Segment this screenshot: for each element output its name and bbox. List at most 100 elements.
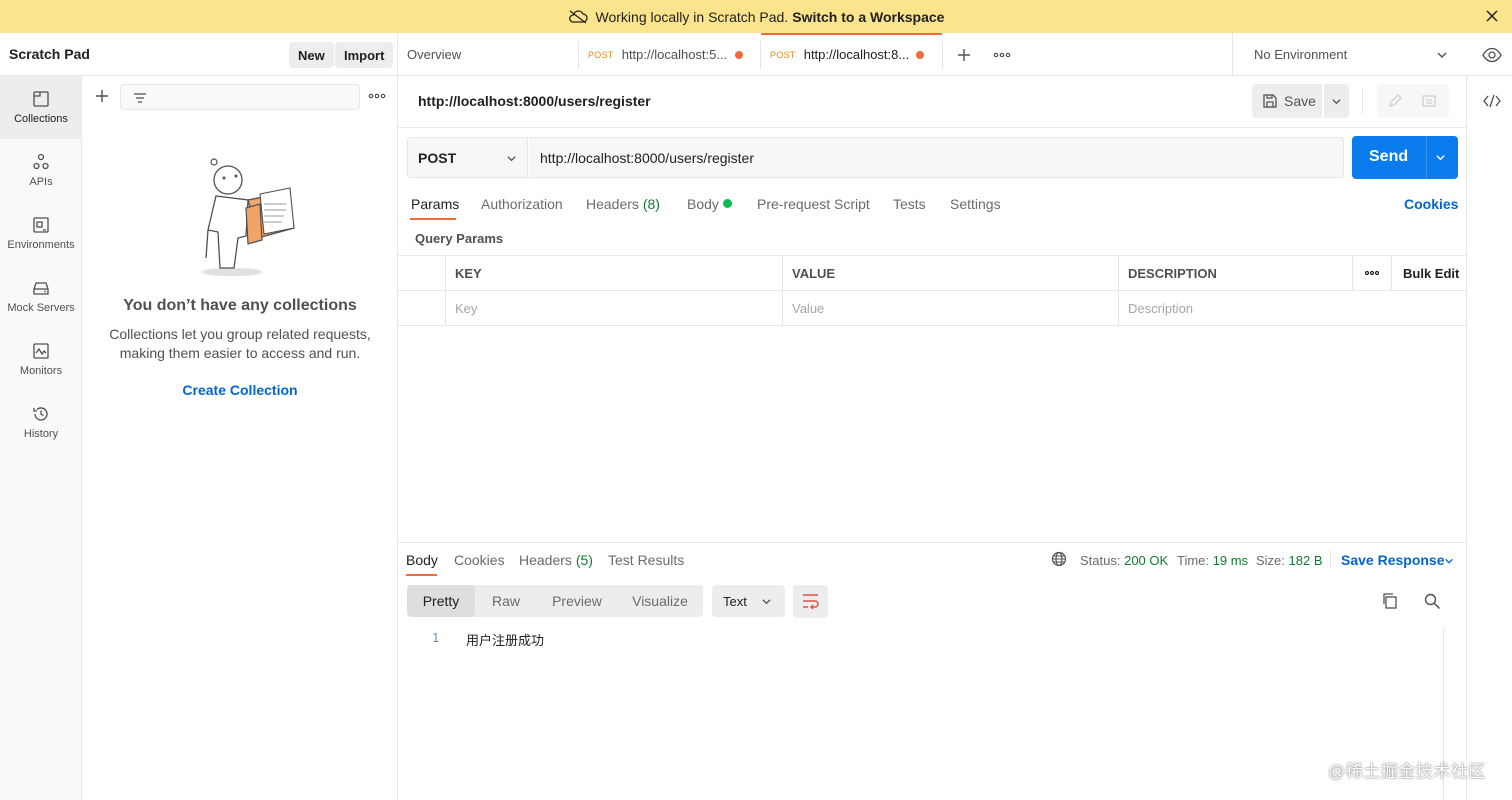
nav-history[interactable]: History <box>0 391 82 454</box>
send-button[interactable]: Send <box>1352 136 1458 179</box>
send-divider <box>1426 136 1427 179</box>
active-tab-underline <box>410 218 456 220</box>
wrap-lines-icon <box>803 594 819 610</box>
response-tab-test-results[interactable]: Test Results <box>608 552 684 568</box>
empty-state-description: Collections let you group related reques… <box>109 326 371 361</box>
switch-workspace-link[interactable]: Switch to a Workspace <box>792 9 944 25</box>
code-icon[interactable] <box>1483 93 1501 109</box>
collections-toolbar <box>82 76 398 116</box>
response-tab-cookies[interactable]: Cookies <box>454 552 505 568</box>
body-indicator-dot <box>723 199 732 208</box>
toolbar-divider <box>1362 88 1363 114</box>
chevron-down-icon[interactable] <box>1435 152 1446 163</box>
edit-docs-group <box>1377 84 1449 118</box>
nav-apis[interactable]: APIs <box>0 139 82 202</box>
environment-select[interactable]: No Environment <box>1232 33 1464 76</box>
table-row: Key Value Description <box>398 291 1466 326</box>
tab-post-localhost-8[interactable]: POST http://localhost:8... <box>761 33 942 76</box>
unsaved-dot <box>916 51 924 59</box>
more-icon <box>1364 270 1380 276</box>
response-body-text[interactable]: 用户注册成功 <box>466 630 544 649</box>
new-tab-icon[interactable] <box>957 48 971 62</box>
response-divider <box>398 542 1466 543</box>
response-view-selector: Pretty Raw Preview Visualize <box>407 585 703 617</box>
nav-rail: Collections APIs Environments Mock Serve… <box>0 76 82 800</box>
cloud-offline-icon <box>568 9 588 24</box>
method-select[interactable]: POST <box>407 137 528 178</box>
response-headers-label: Headers <box>519 552 572 568</box>
create-collection-link[interactable]: Create Collection <box>82 382 398 398</box>
key-input[interactable]: Key <box>445 291 782 325</box>
eye-icon[interactable] <box>1482 45 1502 65</box>
edit-icon[interactable] <box>1387 93 1403 109</box>
view-visualize[interactable]: Visualize <box>617 585 703 617</box>
filter-input[interactable] <box>120 84 360 110</box>
banner-text: Working locally in Scratch Pad. <box>595 8 789 25</box>
nav-label: History <box>23 428 59 440</box>
globe-icon[interactable] <box>1051 551 1067 567</box>
view-preview[interactable]: Preview <box>537 585 617 617</box>
format-select[interactable]: Text <box>712 585 785 617</box>
tab-label: http://localhost:8... <box>803 47 910 62</box>
tab-authorization[interactable]: Authorization <box>481 196 563 212</box>
workspace-title: Scratch Pad <box>9 46 90 62</box>
bulk-edit-button[interactable]: Bulk Edit <box>1391 256 1466 290</box>
tab-body[interactable]: Body <box>687 196 719 212</box>
empty-collections-illustration <box>202 158 295 276</box>
response-status: Status: 200 OK <box>1080 553 1168 568</box>
table-header-row: KEY VALUE DESCRIPTION Bulk Edit <box>398 256 1466 291</box>
nav-collections[interactable]: Collections <box>0 76 82 139</box>
column-description: DESCRIPTION <box>1118 256 1352 290</box>
search-icon[interactable] <box>1423 592 1441 610</box>
response-tab-body[interactable]: Body <box>406 552 438 568</box>
import-button[interactable]: Import <box>335 42 394 68</box>
cookies-link[interactable]: Cookies <box>1404 196 1458 212</box>
value-input[interactable]: Value <box>782 291 1119 325</box>
tab-post-localhost-5[interactable]: POST http://localhost:5... <box>588 33 760 76</box>
save-button[interactable]: Save <box>1252 84 1322 118</box>
time-label: Time: <box>1177 553 1210 568</box>
request-tabs: Overview POST http://localhost:5... POST… <box>398 33 1512 76</box>
tab-label: Overview <box>407 47 462 62</box>
empty-state-title: You don’t have any collections <box>123 297 357 314</box>
nav-label: Monitors <box>19 365 63 377</box>
plus-icon[interactable] <box>94 88 110 104</box>
response-tab-headers[interactable]: Headers (5) <box>519 552 593 568</box>
save-options-button[interactable] <box>1324 84 1349 118</box>
documentation-icon[interactable] <box>1421 93 1437 109</box>
url-input[interactable]: http://localhost:8000/users/register <box>529 137 1344 178</box>
status-divider <box>1330 550 1331 568</box>
save-response-button[interactable]: Save Response <box>1341 552 1453 568</box>
view-pretty[interactable]: Pretty <box>407 585 475 617</box>
wrap-lines-button[interactable] <box>793 585 828 618</box>
chevron-down-icon <box>1332 99 1341 105</box>
request-name[interactable]: http://localhost:8000/users/register <box>418 93 651 109</box>
tab-params[interactable]: Params <box>411 196 459 212</box>
copy-icon[interactable] <box>1381 592 1399 610</box>
tab-tests[interactable]: Tests <box>893 196 926 212</box>
size-label: Size: <box>1256 553 1285 568</box>
table-options-button[interactable] <box>1352 256 1391 290</box>
tab-label: http://localhost:5... <box>621 47 728 62</box>
unsaved-dot <box>735 51 743 59</box>
line-number: 1 <box>432 631 440 645</box>
tab-settings[interactable]: Settings <box>950 196 1001 212</box>
workspace-banner: Working locally in Scratch Pad. Switch t… <box>0 0 1512 33</box>
more-tabs-icon[interactable] <box>993 49 1011 61</box>
tab-headers[interactable]: Headers (8) <box>586 196 660 212</box>
view-raw[interactable]: Raw <box>475 585 537 617</box>
response-headers-count: (5) <box>575 552 593 568</box>
more-icon[interactable] <box>368 88 386 104</box>
chevron-down-icon <box>762 599 771 605</box>
close-icon[interactable] <box>1484 8 1500 24</box>
tab-overview[interactable]: Overview <box>407 33 577 76</box>
nav-mock-servers[interactable]: Mock Servers <box>0 265 82 328</box>
mock-servers-icon <box>33 282 49 295</box>
nav-monitors[interactable]: Monitors <box>0 328 82 391</box>
right-context-bar <box>1466 76 1512 800</box>
description-input[interactable]: Description <box>1118 291 1466 325</box>
tab-prerequest-script[interactable]: Pre-request Script <box>757 196 870 212</box>
save-response-label: Save Response <box>1341 552 1445 568</box>
nav-environments[interactable]: Environments <box>0 202 82 265</box>
new-button[interactable]: New <box>289 42 334 68</box>
